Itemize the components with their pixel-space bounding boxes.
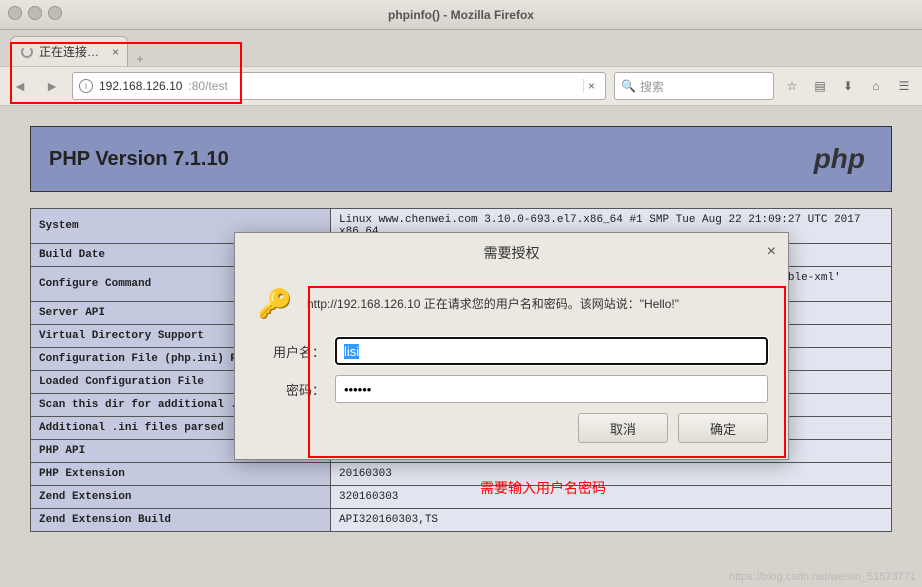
- tab-close-icon[interactable]: ×: [112, 45, 119, 59]
- username-input[interactable]: [335, 337, 768, 365]
- table-row: Zend Extension320160303: [31, 486, 892, 509]
- watermark-text: https://blog.csdn.net/weixin_51573771: [729, 571, 916, 583]
- library-icon[interactable]: ▤: [810, 79, 830, 93]
- annotation-text: 需要输入用户名密码: [480, 478, 606, 498]
- bookmark-star-icon[interactable]: ☆: [782, 79, 802, 93]
- downloads-icon[interactable]: ⬇: [838, 79, 858, 93]
- table-value: API320160303,TS: [331, 509, 892, 532]
- dialog-message: http://192.168.126.10 正在请求您的用户名和密码。该网站说：…: [307, 295, 768, 312]
- menu-icon[interactable]: ☰: [894, 79, 914, 93]
- table-row: PHP Extension20160303: [31, 463, 892, 486]
- password-input[interactable]: [335, 375, 768, 403]
- password-label: 密码：: [255, 380, 325, 399]
- table-key: Zend Extension Build: [31, 509, 331, 532]
- tab-label: 正在连接…: [39, 43, 99, 60]
- window-max-button[interactable]: [48, 6, 62, 20]
- url-clear-icon[interactable]: ×: [583, 79, 599, 93]
- dialog-close-icon[interactable]: ×: [767, 243, 776, 261]
- url-path: :80/test: [188, 79, 227, 93]
- dialog-title-bar: 需要授权 ×: [235, 233, 788, 273]
- new-tab-button[interactable]: +: [128, 52, 152, 66]
- url-host: 192.168.126.10: [99, 79, 182, 93]
- table-value: 20160303: [331, 463, 892, 486]
- url-bar[interactable]: i 192.168.126.10 :80/test ×: [72, 72, 606, 100]
- nav-toolbar: ◄ ► i 192.168.126.10:80/test × 🔍 搜索 ☆ ▤ …: [0, 66, 922, 106]
- browser-tab[interactable]: 正在连接… ×: [10, 36, 128, 66]
- back-button[interactable]: ◄: [8, 74, 32, 98]
- tab-bar: 正在连接… × +: [0, 30, 922, 66]
- auth-dialog: 需要授权 × 🔑 http://192.168.126.10 正在请求您的用户名…: [234, 232, 789, 460]
- table-row: Zend Extension BuildAPI320160303,TS: [31, 509, 892, 532]
- info-icon[interactable]: i: [79, 79, 93, 93]
- search-bar[interactable]: 🔍 搜索: [614, 72, 774, 100]
- key-icon: 🔑: [255, 283, 295, 323]
- ok-button[interactable]: 确定: [678, 413, 768, 443]
- table-value: 320160303: [331, 486, 892, 509]
- dialog-title: 需要授权: [484, 245, 540, 261]
- cancel-button[interactable]: 取消: [578, 413, 668, 443]
- loading-spinner-icon: [21, 46, 33, 58]
- php-version-title: PHP Version 7.1.10: [49, 148, 229, 171]
- php-logo-icon: php: [806, 141, 873, 177]
- table-key: PHP Extension: [31, 463, 331, 486]
- php-header: PHP Version 7.1.10 php: [30, 126, 892, 192]
- forward-button[interactable]: ►: [40, 74, 64, 98]
- window-titlebar: phpinfo() - Mozilla Firefox: [0, 0, 922, 30]
- username-label: 用户名：: [255, 342, 325, 361]
- search-icon: 🔍: [621, 79, 636, 93]
- table-key: Zend Extension: [31, 486, 331, 509]
- window-close-button[interactable]: [8, 6, 22, 20]
- home-icon[interactable]: ⌂: [866, 79, 886, 93]
- window-title: phpinfo() - Mozilla Firefox: [388, 8, 534, 22]
- window-min-button[interactable]: [28, 6, 42, 20]
- search-placeholder: 搜索: [640, 78, 664, 95]
